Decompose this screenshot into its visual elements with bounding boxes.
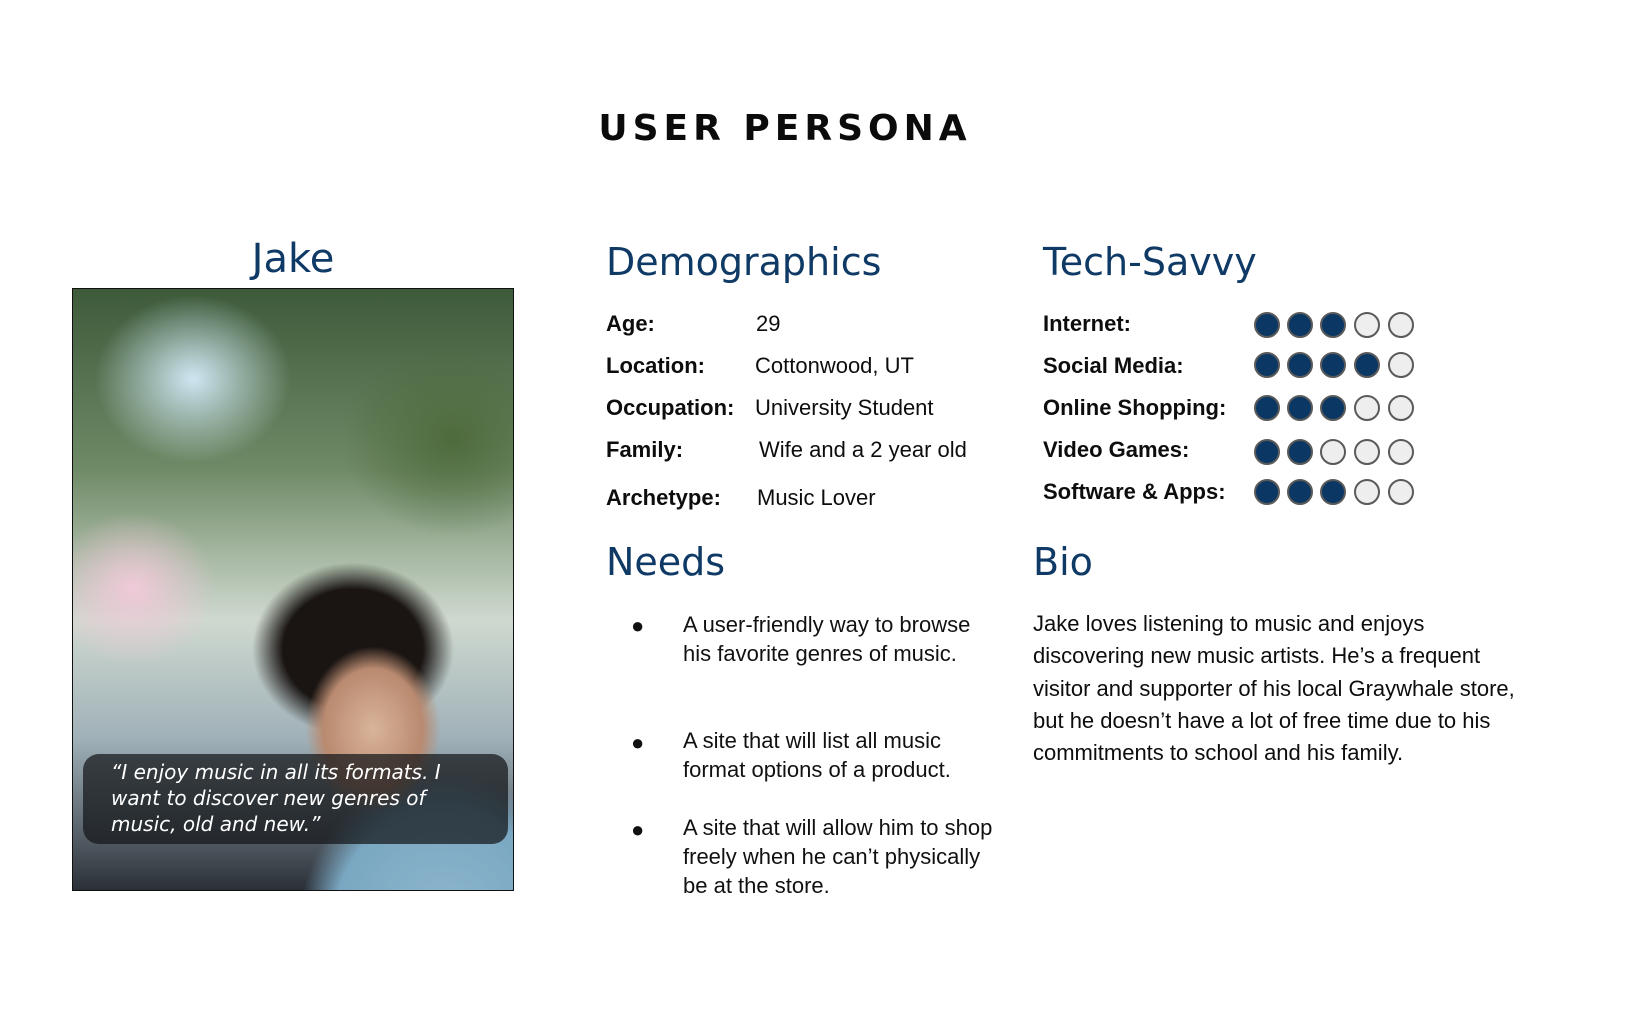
rating-dot-filled [1320, 352, 1346, 378]
rating-dot-filled [1287, 479, 1313, 505]
rating-dot-empty [1354, 439, 1380, 465]
rating-dot-filled [1254, 479, 1280, 505]
rating-dot-filled [1254, 395, 1280, 421]
location-value: Cottonwood, UT [755, 353, 914, 378]
rating-dot-empty [1388, 352, 1414, 378]
rating-dot-filled [1287, 439, 1313, 465]
rating-dot-empty [1388, 395, 1414, 421]
need-item: A user-friendly way to browse his favori… [683, 612, 971, 666]
age-label: Age: [606, 311, 655, 336]
bullet-icon: ● [631, 817, 645, 842]
rating-dot-empty [1354, 479, 1380, 505]
need-item: A site that will allow him to shop freel… [683, 815, 993, 898]
rating-dot-filled [1287, 395, 1313, 421]
rating-dot-empty [1388, 479, 1414, 505]
family-label: Family: [606, 437, 684, 462]
bio-text: Jake loves listening to music and enjoys… [1033, 611, 1515, 766]
persona-quote: “I enjoy music in all its formats. I wan… [111, 760, 441, 836]
archetype-value: Music Lover [757, 485, 876, 510]
rating-dot-filled [1287, 352, 1313, 378]
bullet-icon: ● [631, 730, 645, 755]
demographics-heading: Demographics [606, 240, 882, 284]
rating-dot-empty [1320, 439, 1346, 465]
bullet-icon: ● [631, 613, 645, 638]
persona-name: Jake [251, 236, 335, 282]
video-games-label: Video Games: [1043, 437, 1190, 462]
persona-photo: “I enjoy music in all its formats. I wan… [72, 288, 514, 891]
rating-dot-empty [1388, 439, 1414, 465]
page-title: USER PERSONA [598, 108, 972, 149]
rating-dot-filled [1320, 395, 1346, 421]
rating-dot-filled [1254, 439, 1280, 465]
occupation-label: Occupation: [606, 395, 735, 420]
rating-dot-filled [1320, 479, 1346, 505]
tech-savvy-heading: Tech-Savvy [1043, 240, 1257, 284]
needs-heading: Needs [606, 540, 726, 584]
online-shopping-label: Online Shopping: [1043, 395, 1227, 420]
rating-dot-filled [1320, 312, 1346, 338]
software-apps-label: Software & Apps: [1043, 479, 1226, 504]
location-label: Location: [606, 353, 705, 378]
rating-dot-filled [1254, 312, 1280, 338]
social-media-label: Social Media: [1043, 353, 1184, 378]
internet-label: Internet: [1043, 311, 1131, 336]
family-value: Wife and a 2 year old [759, 437, 967, 462]
rating-dot-empty [1388, 312, 1414, 338]
archetype-label: Archetype: [606, 485, 721, 510]
rating-dot-empty [1354, 395, 1380, 421]
age-value: 29 [756, 311, 781, 336]
rating-dot-empty [1354, 312, 1380, 338]
bio-heading: Bio [1033, 540, 1093, 584]
need-item: A site that will list all music format o… [683, 728, 951, 782]
rating-dot-filled [1254, 352, 1280, 378]
occupation-value: University Student [755, 395, 934, 420]
rating-dot-filled [1354, 352, 1380, 378]
rating-dot-filled [1287, 312, 1313, 338]
